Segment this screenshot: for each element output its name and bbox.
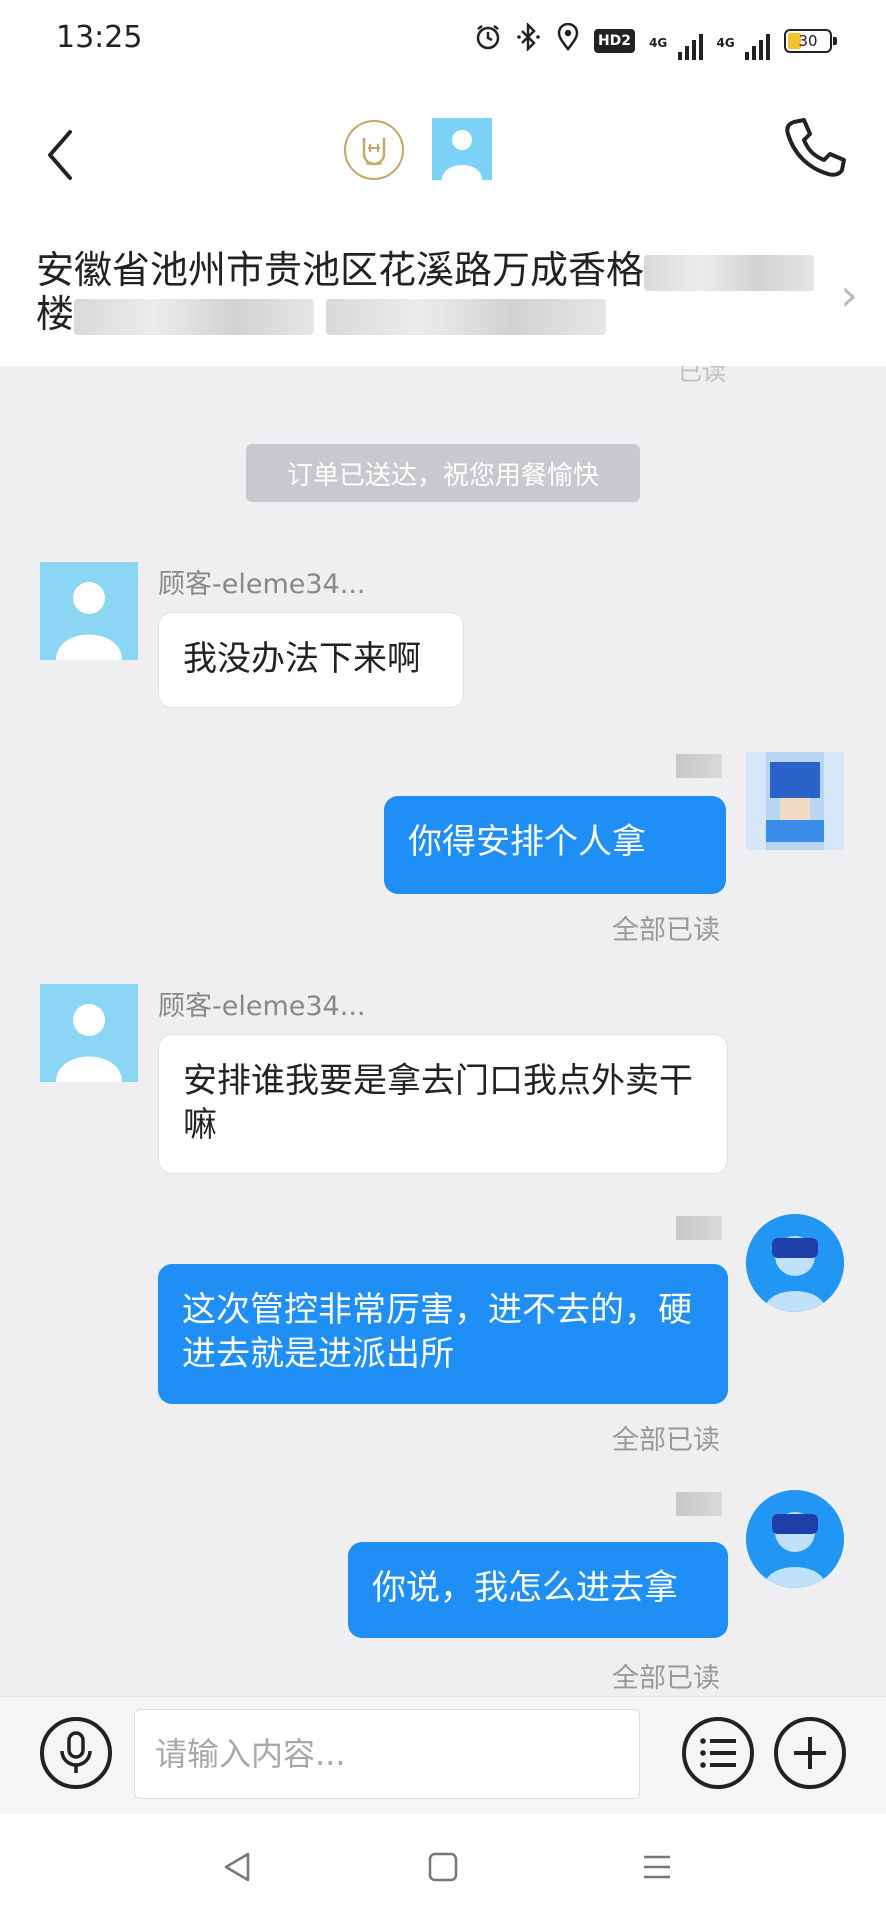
square-home-icon xyxy=(428,1852,458,1882)
battery-icon: 30 xyxy=(784,29,837,53)
read-status-faint: 已读 xyxy=(678,366,726,386)
call-button[interactable] xyxy=(780,112,850,182)
battery-level: 30 xyxy=(798,32,818,50)
nav-menu-button[interactable] xyxy=(632,1842,682,1892)
status-time: 13:25 xyxy=(56,20,143,55)
customer-avatar-header[interactable] xyxy=(432,118,492,180)
message-bubble-incoming[interactable]: 我没办法下来啊 xyxy=(158,612,464,708)
customer-avatar[interactable] xyxy=(40,984,138,1082)
read-status: 全部已读 xyxy=(612,1663,720,1694)
status-bar: 13:25 HD2 4G 4G 30 xyxy=(0,0,886,80)
system-nav-bar xyxy=(0,1814,886,1920)
hd-icon: HD2 xyxy=(593,29,636,53)
quick-reply-button[interactable] xyxy=(682,1717,754,1789)
phone-icon xyxy=(785,118,846,177)
rider-name-blur xyxy=(676,1492,722,1516)
input-bar xyxy=(0,1696,886,1814)
rider-avatar-icon xyxy=(746,1214,844,1312)
alarm-icon xyxy=(474,23,502,60)
rider-avatar[interactable] xyxy=(746,1490,844,1588)
bluetooth-icon xyxy=(516,21,542,60)
delivery-address[interactable]: 安徽省池州市贵池区花溪路万成香格 楼 xyxy=(36,248,846,344)
chat-area[interactable]: 已读 订单已送达，祝您用餐愉快 顾客-eleme34... 我没办法下来啊 你得… xyxy=(0,366,886,1696)
system-message: 订单已送达，祝您用餐愉快 xyxy=(246,444,640,502)
address-line-2: 楼 xyxy=(36,292,75,336)
message-text: 你得安排个人拿 xyxy=(408,822,646,862)
signal-4g-icon: 4G xyxy=(717,22,770,60)
read-status: 全部已读 xyxy=(612,1425,720,1456)
rider-name-blur xyxy=(676,1216,722,1240)
message-bubble-outgoing[interactable]: 你得安排个人拿 xyxy=(384,796,726,894)
person-icon xyxy=(56,1004,122,1082)
back-button[interactable] xyxy=(36,120,86,190)
rider-avatar-icon xyxy=(766,752,824,850)
signal-4g-icon: 4G xyxy=(649,22,703,60)
customer-avatar[interactable] xyxy=(40,562,138,660)
triangle-back-icon xyxy=(224,1852,250,1882)
message-bubble-outgoing[interactable]: 这次管控非常厉害，进不去的，硬进去就是进派出所 xyxy=(158,1264,728,1404)
list-icon xyxy=(700,1738,736,1768)
voice-input-button[interactable] xyxy=(40,1717,112,1789)
shop-logo[interactable] xyxy=(344,120,404,180)
message-input[interactable] xyxy=(134,1709,640,1799)
person-icon xyxy=(442,130,482,180)
chat-header: 安徽省池州市贵池区花溪路万成香格 楼 › xyxy=(0,80,886,336)
message-text: 你说，我怎么进去拿 xyxy=(372,1568,678,1608)
customer-name: 顾客-eleme34... xyxy=(158,569,366,600)
network-label-1: 4G xyxy=(649,36,668,50)
nav-home-button[interactable] xyxy=(418,1842,468,1892)
address-blur xyxy=(74,298,315,335)
network-label-2: 4G xyxy=(716,36,735,50)
address-blur xyxy=(644,254,815,291)
person-icon xyxy=(56,582,122,660)
chevron-left-icon xyxy=(48,130,72,180)
chevron-right-icon: › xyxy=(840,270,858,321)
plus-icon xyxy=(794,1737,826,1769)
address-blur xyxy=(326,298,607,335)
address-line-1: 安徽省池州市贵池区花溪路万成香格 xyxy=(36,248,645,292)
rider-avatar-icon xyxy=(746,1490,844,1588)
status-icons: HD2 4G 4G 30 xyxy=(474,21,837,60)
menu-icon xyxy=(644,1855,670,1879)
location-icon xyxy=(556,22,580,60)
more-options-button[interactable] xyxy=(774,1717,846,1789)
message-bubble-incoming[interactable]: 安排谁我要是拿去门口我点外卖干嘛 xyxy=(158,1034,728,1174)
nav-back-button[interactable] xyxy=(212,1842,262,1892)
microphone-icon xyxy=(60,1731,92,1773)
shop-logo-icon xyxy=(362,138,386,166)
read-status: 全部已读 xyxy=(612,915,720,946)
message-bubble-outgoing[interactable]: 你说，我怎么进去拿 xyxy=(348,1542,728,1638)
customer-name: 顾客-eleme34... xyxy=(158,991,366,1022)
rider-name-blur xyxy=(676,754,722,778)
rider-avatar[interactable] xyxy=(746,1214,844,1312)
rider-avatar[interactable] xyxy=(746,752,844,850)
